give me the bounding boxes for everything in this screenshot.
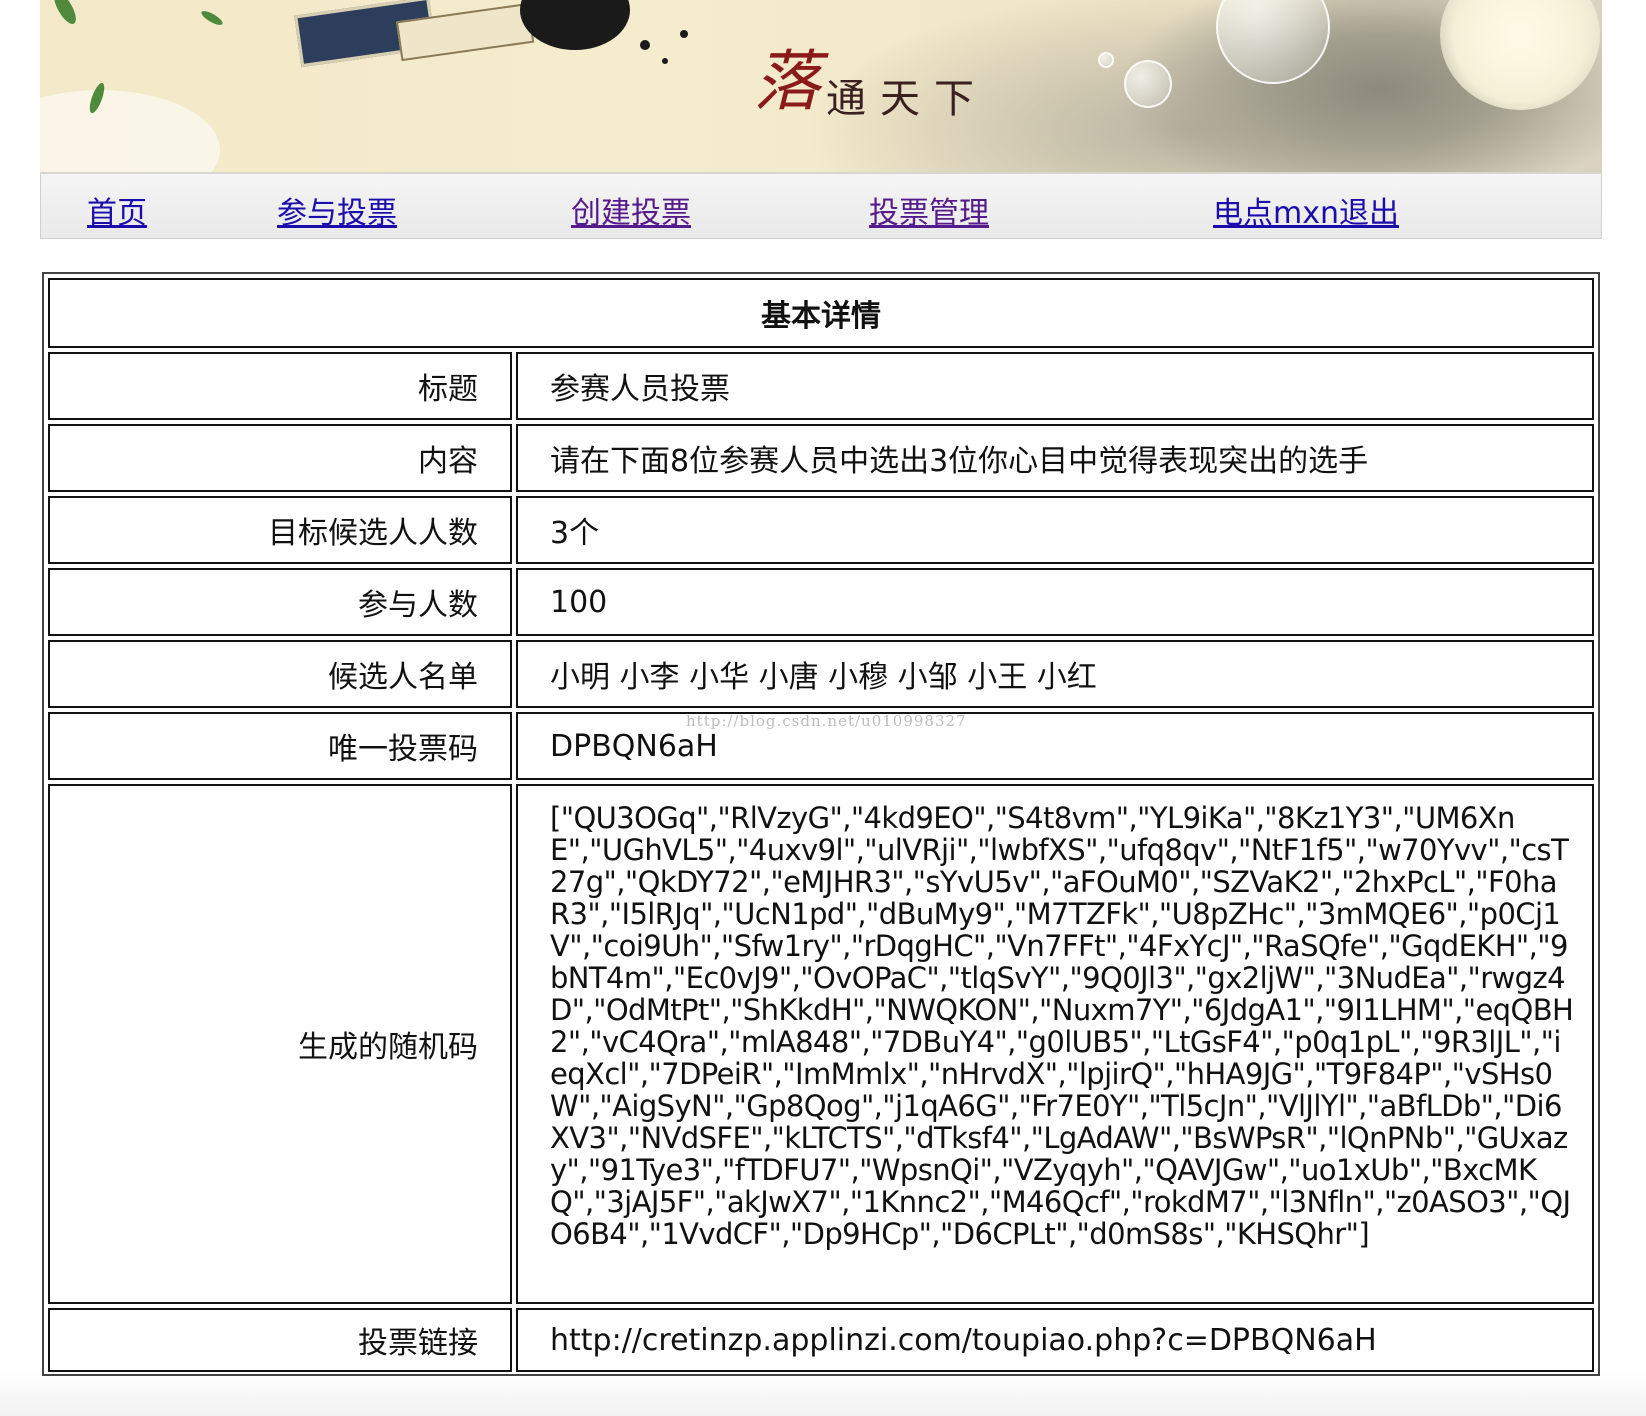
page: 落通天下 首页 参与投票 创建投票 投票管理 电点mxn退出 基本详情 标题 参… (0, 0, 1646, 1416)
book-illustration (294, 0, 535, 85)
detail-table: 基本详情 标题 参赛人员投票 内容 请在下面8位参赛人员中选出3位你心目中觉得表… (42, 272, 1600, 1376)
nav-create-vote-link[interactable]: 创建投票 (571, 188, 691, 232)
ink-dot (662, 58, 668, 64)
bubble-decoration (1098, 52, 1114, 68)
row-label-vote-code: 唯一投票码 (48, 712, 512, 780)
ink-splash (520, 0, 630, 50)
leaf-decoration (49, 0, 81, 28)
main-nav: 首页 参与投票 创建投票 投票管理 电点mxn退出 (40, 174, 1602, 239)
nav-home-link[interactable]: 首页 (87, 188, 147, 232)
nav-logout-link[interactable]: 电点mxn退出 (1213, 188, 1399, 232)
row-label-vote-link: 投票链接 (48, 1308, 512, 1372)
row-label-candidates: 候选人名单 (48, 640, 512, 708)
row-value-title: 参赛人员投票 (516, 352, 1594, 420)
row-value-vote-code: DPBQN6aH (516, 712, 1594, 780)
ink-dot (680, 30, 688, 38)
row-value-candidates: 小明 小李 小华 小唐 小穆 小邹 小王 小红 (516, 640, 1594, 708)
nav-join-vote-link[interactable]: 参与投票 (277, 188, 397, 232)
table-heading: 基本详情 (48, 278, 1594, 348)
banner-title-small: 通天下 (826, 76, 988, 122)
watermark: http://blog.csdn.net/u010998327 (686, 712, 967, 730)
row-label-participants: 参与人数 (48, 568, 512, 636)
row-label-content: 内容 (48, 424, 512, 492)
leaf-decoration (199, 8, 225, 28)
lotus-flower (1440, 0, 1600, 110)
row-label-random-codes: 生成的随机码 (48, 784, 512, 1304)
banner-cloud (40, 90, 220, 172)
row-label-target-count: 目标候选人人数 (48, 496, 512, 564)
banner-title: 落通天下 (754, 28, 988, 124)
row-value-content: 请在下面8位参赛人员中选出3位你心目中觉得表现突出的选手 (516, 424, 1594, 492)
banner-title-big: 落 (754, 43, 820, 120)
row-label-title: 标题 (48, 352, 512, 420)
nav-manage-vote-link[interactable]: 投票管理 (869, 188, 989, 232)
ink-dot (640, 40, 650, 50)
bubble-decoration (1216, 0, 1330, 84)
bubble-decoration (1124, 60, 1172, 108)
row-value-vote-link[interactable]: http://cretinzp.applinzi.com/toupiao.php… (516, 1308, 1594, 1372)
row-value-target-count: 3个 (516, 496, 1594, 564)
header-banner: 落通天下 (40, 0, 1602, 174)
row-value-participants: 100 (516, 568, 1594, 636)
row-value-random-codes: ["QU3OGq","RlVzyG","4kd9EO","S4t8vm","YL… (516, 784, 1594, 1304)
